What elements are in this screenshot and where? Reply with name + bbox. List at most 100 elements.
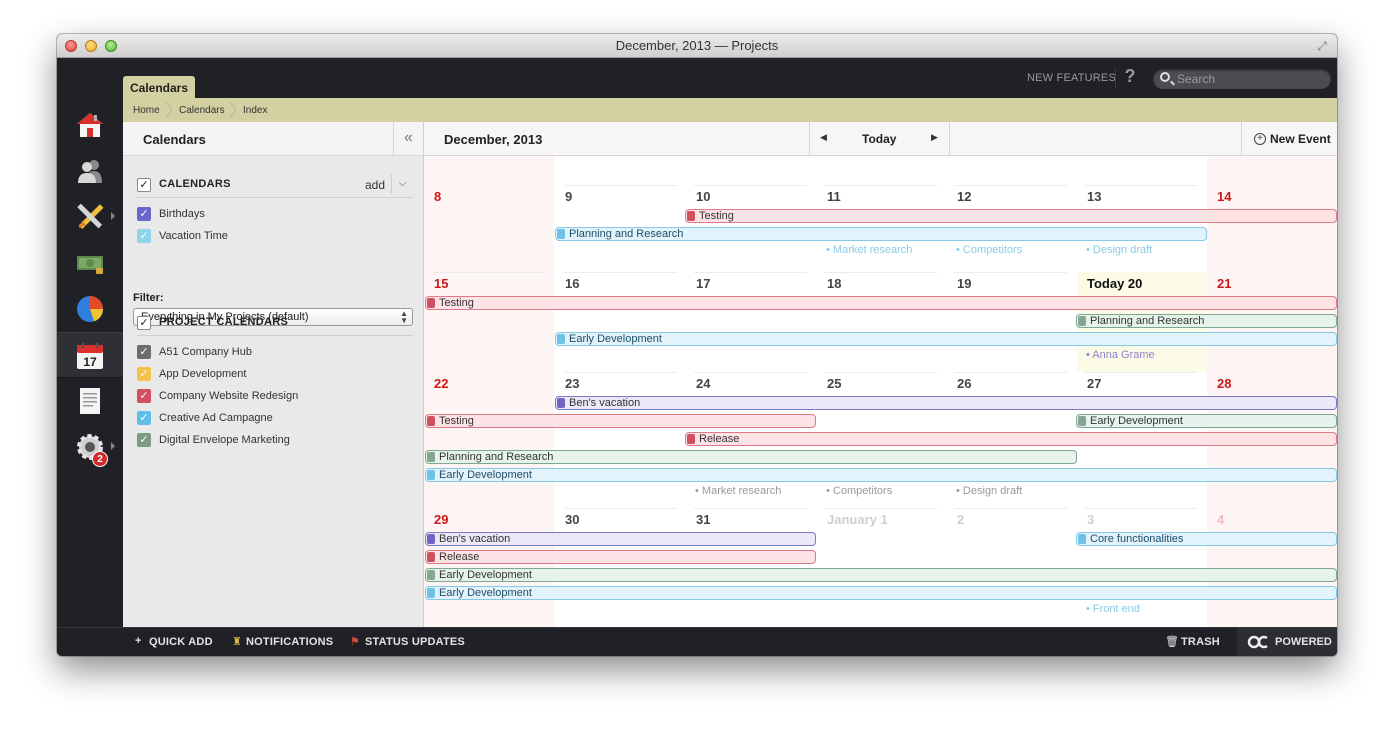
task-item[interactable]: • Front end xyxy=(1086,603,1140,615)
add-calendar-link[interactable]: add xyxy=(365,178,385,192)
nav-settings[interactable]: 2 xyxy=(57,424,123,470)
event-bar[interactable]: Early Development xyxy=(425,586,1337,600)
fullscreen-icon[interactable]: ⤢ xyxy=(1315,39,1329,53)
day-number[interactable]: 12 xyxy=(957,189,971,204)
day-number[interactable]: 15 xyxy=(434,276,448,291)
next-month-button[interactable]: ▶ xyxy=(931,132,938,143)
day-number[interactable]: 26 xyxy=(957,376,971,391)
status-updates-button[interactable]: STATUS UPDATES xyxy=(365,636,465,648)
day-number[interactable]: 9 xyxy=(565,189,572,204)
calendar-checkbox[interactable]: ✓ xyxy=(137,367,151,381)
event-bar[interactable]: Testing xyxy=(425,414,816,428)
event-bar[interactable]: Early Development xyxy=(555,332,1337,346)
task-item[interactable]: • Competitors xyxy=(956,244,1022,256)
calendar-item-birthdays[interactable]: ✓ Birthdays xyxy=(137,206,413,224)
calendar-checkbox[interactable]: ✓ xyxy=(137,229,151,243)
calendar-checkbox[interactable]: ✓ xyxy=(137,207,151,221)
day-number[interactable]: 11 xyxy=(827,189,841,204)
day-number[interactable]: 10 xyxy=(696,189,710,204)
today-button[interactable]: Today xyxy=(862,132,896,146)
day-number[interactable]: 24 xyxy=(696,376,710,391)
calendars-toggle-checkbox[interactable]: ✓ xyxy=(137,178,151,192)
day-number[interactable]: 14 xyxy=(1217,189,1231,204)
event-bar[interactable]: Ben's vacation xyxy=(425,532,816,546)
day-number[interactable]: 13 xyxy=(1087,189,1101,204)
day-number[interactable]: 18 xyxy=(827,276,841,291)
calendar-checkbox[interactable]: ✓ xyxy=(137,345,151,359)
day-number[interactable]: 17 xyxy=(696,276,710,291)
nav-documents[interactable] xyxy=(57,378,123,424)
project-calendar-item[interactable]: ✓ Digital Envelope Marketing xyxy=(137,432,413,450)
task-item[interactable]: • Competitors xyxy=(826,485,892,497)
today-day-number[interactable]: Today 20 xyxy=(1087,276,1142,291)
tab-calendars[interactable]: Calendars xyxy=(123,76,195,100)
day-number[interactable]: 29 xyxy=(434,512,448,527)
nav-money[interactable] xyxy=(57,240,123,286)
new-features-link[interactable]: NEW FEATURES xyxy=(1027,72,1116,84)
calendar-checkbox[interactable]: ✓ xyxy=(137,389,151,403)
task-item[interactable]: • Market research xyxy=(695,485,781,497)
previous-month-button[interactable]: ◀ xyxy=(820,132,827,143)
day-separator xyxy=(1084,372,1197,373)
breadcrumb-calendars[interactable]: Calendars xyxy=(179,105,225,116)
task-item[interactable]: • Design draft xyxy=(956,485,1022,497)
project-calendar-item[interactable]: ✓ Company Website Redesign xyxy=(137,388,413,406)
day-number[interactable]: 3 xyxy=(1087,512,1094,527)
event-bar[interactable]: Core functionalities xyxy=(1076,532,1337,546)
trash-button[interactable]: TRASH xyxy=(1181,636,1220,648)
day-number[interactable]: 30 xyxy=(565,512,579,527)
day-number[interactable]: 28 xyxy=(1217,376,1231,391)
event-bar[interactable]: Planning and Research xyxy=(1076,314,1337,328)
task-item[interactable]: • Anna Grame xyxy=(1086,349,1155,361)
day-number[interactable]: 31 xyxy=(696,512,710,527)
search-box[interactable] xyxy=(1153,69,1331,89)
search-input[interactable] xyxy=(1177,71,1325,87)
project-calendar-item[interactable]: ✓ App Development xyxy=(137,366,413,384)
day-separator xyxy=(954,508,1067,509)
nav-people[interactable] xyxy=(57,148,123,194)
quick-add-button[interactable]: QUICK ADD xyxy=(149,636,213,648)
event-bar[interactable]: Planning and Research xyxy=(555,227,1207,241)
day-number[interactable]: 8 xyxy=(434,189,441,204)
day-number[interactable]: 4 xyxy=(1217,512,1224,527)
day-number[interactable]: 21 xyxy=(1217,276,1231,291)
collapse-sidebar-button[interactable]: « xyxy=(393,122,423,156)
event-bar[interactable]: Ben's vacation xyxy=(555,396,1337,410)
help-icon[interactable]: ? xyxy=(1122,66,1138,88)
event-bar[interactable]: Testing xyxy=(425,296,1337,310)
nav-home[interactable] xyxy=(57,102,123,148)
project-calendar-item[interactable]: ✓ A51 Company Hub xyxy=(137,344,413,362)
project-calendar-item[interactable]: ✓ Creative Ad Campagne xyxy=(137,410,413,428)
day-number[interactable]: 22 xyxy=(434,376,448,391)
calendar-checkbox[interactable]: ✓ xyxy=(137,433,151,447)
event-bar[interactable]: Planning and Research xyxy=(425,450,1077,464)
powered-by[interactable]: POWERED xyxy=(1237,628,1337,656)
task-item[interactable]: • Market research xyxy=(826,244,912,256)
event-bar[interactable]: Testing xyxy=(685,209,1337,223)
day-number[interactable]: 25 xyxy=(827,376,841,391)
nav-calendar[interactable]: 17 xyxy=(57,332,123,378)
event-bar[interactable]: Early Development xyxy=(425,568,1337,582)
event-bar[interactable]: Early Development xyxy=(425,468,1337,482)
task-item[interactable]: • Design draft xyxy=(1086,244,1152,256)
event-bar[interactable]: Early Development xyxy=(1076,414,1337,428)
day-number[interactable]: 23 xyxy=(565,376,579,391)
day-number[interactable]: 2 xyxy=(957,512,964,527)
calendar-label: App Development xyxy=(159,368,247,380)
day-number[interactable]: January 1 xyxy=(827,512,888,527)
breadcrumb-home[interactable]: Home xyxy=(133,105,160,116)
new-event-button[interactable]: + New Event xyxy=(1241,122,1337,156)
event-bar[interactable]: Release xyxy=(685,432,1337,446)
nav-tools[interactable] xyxy=(57,194,123,240)
month-navigation: ◀ Today ▶ xyxy=(809,122,950,156)
day-number[interactable]: 19 xyxy=(957,276,971,291)
chevron-down-icon[interactable]: ⌵ xyxy=(391,174,413,194)
nav-reports[interactable] xyxy=(57,286,123,332)
calendar-item-vacation[interactable]: ✓ Vacation Time xyxy=(137,228,413,246)
day-number[interactable]: 16 xyxy=(565,276,579,291)
event-bar[interactable]: Release xyxy=(425,550,816,564)
day-number[interactable]: 27 xyxy=(1087,376,1101,391)
notifications-button[interactable]: NOTIFICATIONS xyxy=(246,636,333,648)
calendar-checkbox[interactable]: ✓ xyxy=(137,411,151,425)
project-calendars-toggle-checkbox[interactable]: ✓ xyxy=(137,316,151,330)
